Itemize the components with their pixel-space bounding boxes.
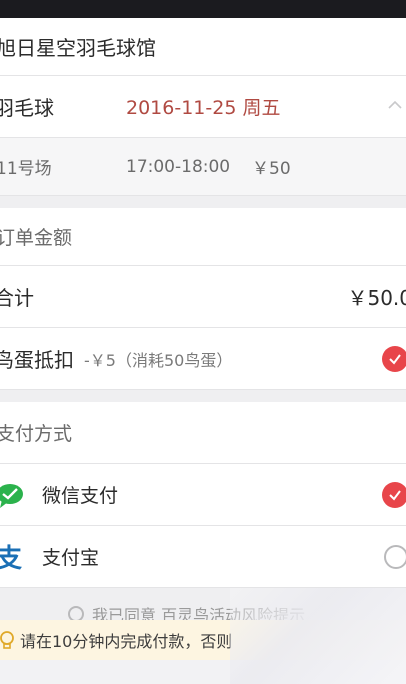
alipay-label: 支付宝 [42,547,100,569]
order-section-label: 订单金额 [0,227,73,249]
total-row: 合计 ￥50.0 [0,266,406,328]
payment-section-label: 支付方式 [0,423,73,445]
booking-date: 2016-11-25 周五 [126,97,281,119]
payment-option-wechat[interactable]: 微信支付 [0,464,406,526]
total-label: 合计 [0,286,34,310]
venue-title: 旭日星空羽毛球馆 [0,36,156,60]
check-icon [389,489,401,501]
egg-deduction-amount: -￥5（消耗50鸟蛋） [84,350,233,370]
order-amount-header: 订单金额 [0,208,406,266]
status-bar [0,0,406,18]
court-time: 17:00-18:00 [126,156,231,177]
alipay-radio[interactable] [384,544,406,569]
notice-text: 请在10分钟内完成付款，否则 [20,632,233,651]
total-value: ￥50.0 [347,286,406,310]
alipay-icon: 支 [0,538,22,575]
payment-option-alipay[interactable]: 支 支付宝 [0,526,406,588]
lightbulb-icon [0,631,14,649]
wechat-icon [0,484,23,508]
egg-deduction-label: 鸟蛋抵扣 [0,348,74,372]
egg-deduction-row[interactable]: 鸟蛋抵扣 -￥5（消耗50鸟蛋） [0,328,406,390]
wechat-pay-radio[interactable] [382,481,406,508]
court-name: 11号场 [0,159,52,179]
wechat-pay-label: 微信支付 [42,485,119,507]
venue-title-row: 旭日星空羽毛球馆 [0,18,406,76]
check-icon [389,353,401,365]
egg-deduction-checkbox[interactable] [382,345,406,372]
booking-summary-row[interactable]: 羽毛球 2016-11-25 周五 [0,76,406,138]
sport-name: 羽毛球 [0,96,54,120]
chevron-up-icon[interactable] [386,96,404,114]
payment-method-header: 支付方式 [0,402,406,464]
agreement-checkbox[interactable] [68,606,84,620]
blurred-overlay [230,588,406,684]
court-detail-row: 11号场 17:00-18:00 ￥50 [0,138,406,196]
court-price: ￥50 [252,159,291,179]
